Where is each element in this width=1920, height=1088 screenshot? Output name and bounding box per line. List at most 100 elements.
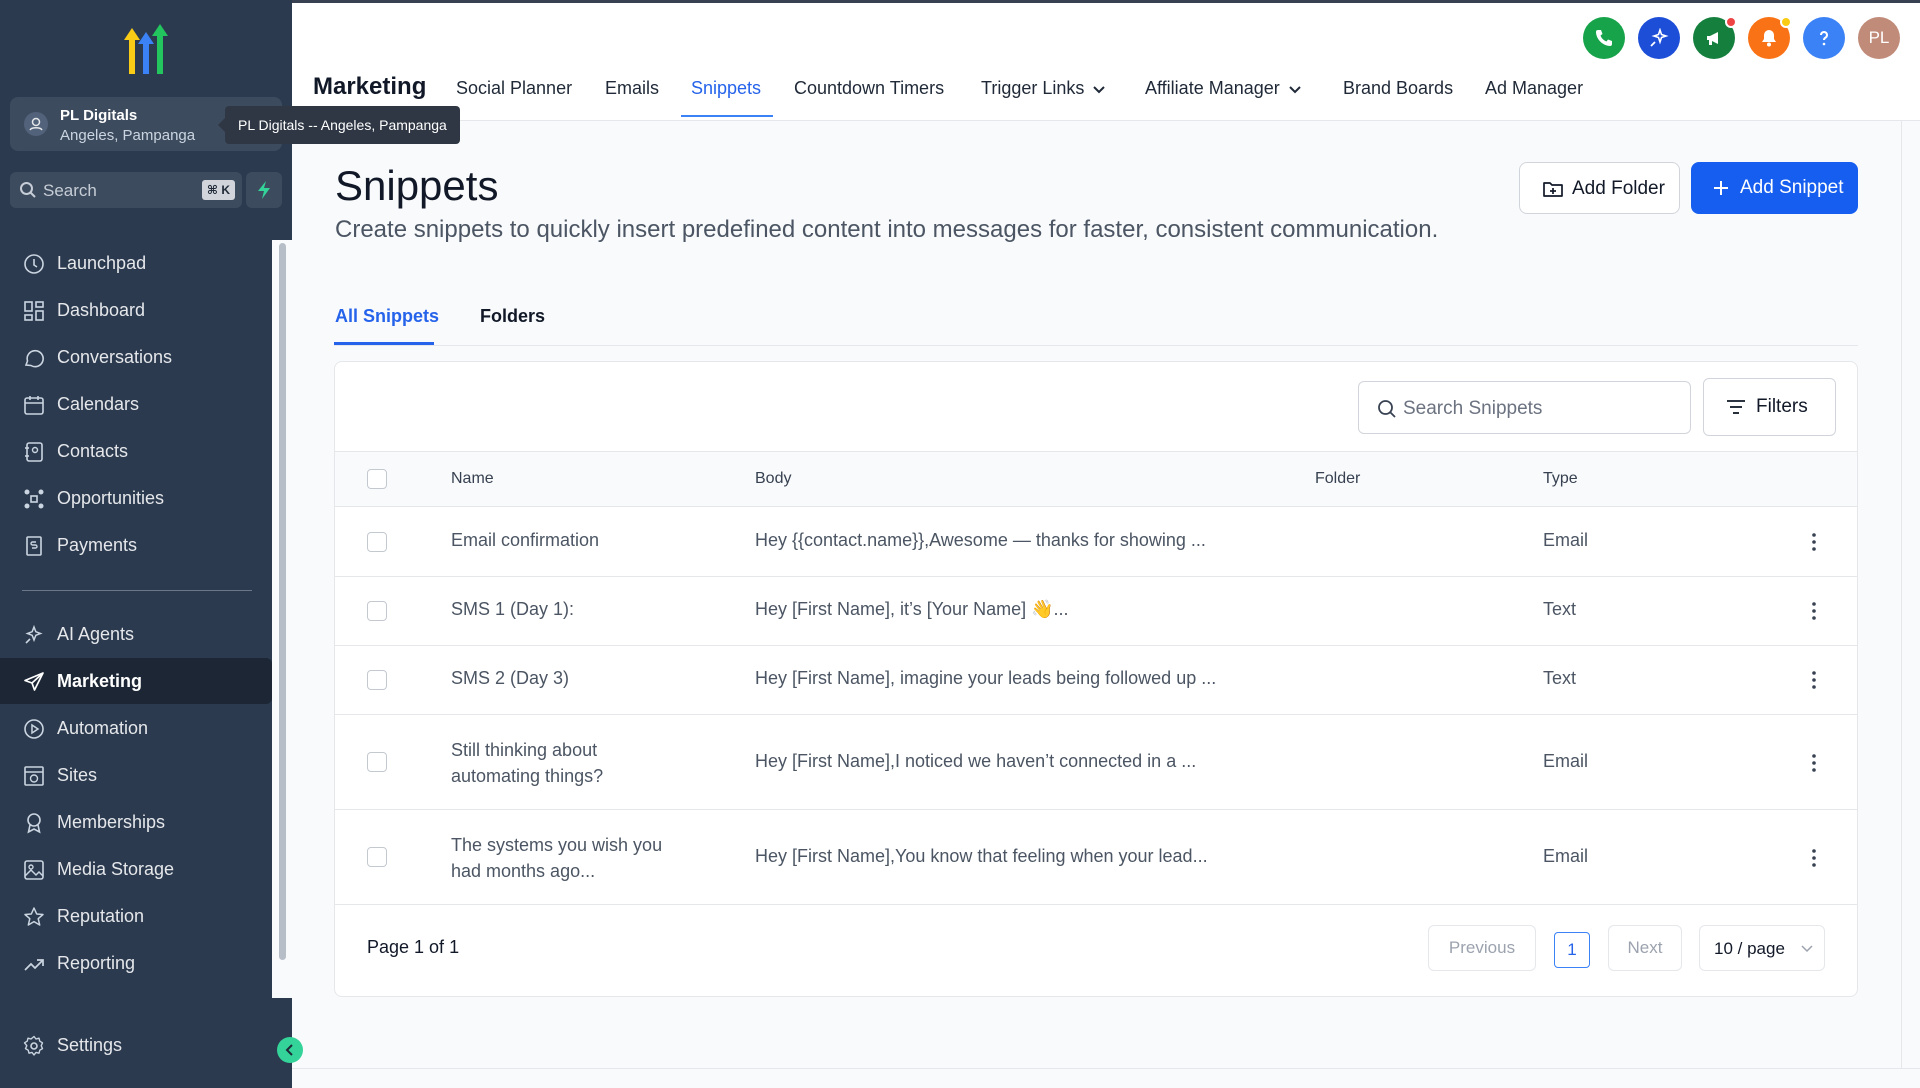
sidebar-item-media-storage[interactable]: Media Storage xyxy=(0,846,272,892)
sidebar-search[interactable]: Search ⌘ K xyxy=(10,172,242,208)
sidebar-item-label: AI Agents xyxy=(57,624,135,644)
sidebar-item-payments[interactable]: Payments xyxy=(0,522,272,568)
sidebar-item-memberships[interactable]: Memberships xyxy=(0,799,272,845)
brand-logo[interactable] xyxy=(118,24,174,76)
announcements-button[interactable] xyxy=(1693,16,1737,59)
more-options-icon[interactable] xyxy=(1811,848,1817,868)
content-scroll-edge xyxy=(1901,121,1902,1068)
row-checkbox[interactable] xyxy=(367,752,387,772)
tab-all-snippets[interactable]: All Snippets xyxy=(335,306,439,327)
sites-icon xyxy=(24,766,44,786)
snippet-body: Hey [First Name],You know that feeling w… xyxy=(755,846,1208,866)
top-header: Marketing Social Planner Emails Snippets… xyxy=(292,3,1920,121)
filter-icon xyxy=(1727,400,1745,414)
table-row[interactable]: SMS 1 (Day 1): Hey [First Name], it’s [Y… xyxy=(335,577,1857,646)
sidebar-item-label: Media Storage xyxy=(57,859,175,879)
subtab-divider xyxy=(334,345,1858,346)
payments-icon xyxy=(26,536,42,556)
filters-button[interactable]: Filters xyxy=(1703,378,1836,436)
location-avatar-icon xyxy=(24,112,48,136)
row-checkbox[interactable] xyxy=(367,532,387,552)
row-checkbox[interactable] xyxy=(367,847,387,867)
snippet-body: Hey [First Name],I noticed we haven’t co… xyxy=(755,751,1197,771)
sidebar-item-automation[interactable]: Automation xyxy=(0,705,272,751)
tab-ad-manager[interactable]: Ad Manager xyxy=(1485,78,1583,99)
column-header-type[interactable]: Type xyxy=(1543,470,1578,488)
section-title: Marketing xyxy=(313,73,427,100)
search-placeholder: Search Snippets xyxy=(1403,398,1543,419)
notifications-button[interactable] xyxy=(1748,16,1792,59)
sidebar-item-launchpad[interactable]: Launchpad xyxy=(0,240,272,286)
sidebar-item-label: Conversations xyxy=(57,347,173,367)
sidebar-item-calendars[interactable]: Calendars xyxy=(0,381,272,427)
more-options-icon[interactable] xyxy=(1811,670,1817,690)
sidebar-item-marketing[interactable]: Marketing xyxy=(0,658,272,704)
sidebar-item-contacts[interactable]: Contacts xyxy=(0,428,272,474)
gear-icon xyxy=(23,1035,44,1056)
tab-snippets[interactable]: Snippets xyxy=(691,78,761,99)
collapse-sidebar-button[interactable] xyxy=(277,1037,303,1063)
tab-brand-boards[interactable]: Brand Boards xyxy=(1343,78,1453,99)
page-title: Snippets xyxy=(335,162,499,209)
more-options-icon[interactable] xyxy=(1811,601,1817,621)
column-header-body[interactable]: Body xyxy=(755,470,791,488)
ai-assistant-button[interactable] xyxy=(1638,17,1680,59)
tab-affiliate-manager[interactable]: Affiliate Manager xyxy=(1145,78,1302,99)
star-icon xyxy=(24,907,44,926)
snippets-table-card: Search Snippets Filters Name Body Folder… xyxy=(334,361,1858,997)
tab-social-planner[interactable]: Social Planner xyxy=(456,78,572,99)
sidebar: PL Digitals Angeles, Pampanga Search ⌘ K… xyxy=(0,0,292,1088)
search-icon xyxy=(20,182,36,198)
help-button[interactable] xyxy=(1803,17,1845,59)
contacts-icon xyxy=(25,442,43,462)
column-header-name[interactable]: Name xyxy=(451,470,494,488)
page-size-select[interactable]: 10 / page xyxy=(1699,925,1825,971)
sidebar-item-opportunities[interactable]: Opportunities xyxy=(0,475,272,521)
table-row[interactable]: SMS 2 (Day 3) Hey [First Name], imagine … xyxy=(335,646,1857,715)
snippet-name: SMS 1 (Day 1): xyxy=(451,599,575,619)
table-row[interactable]: Email confirmation Hey {{contact.name}},… xyxy=(335,508,1857,577)
add-snippet-button[interactable]: Add Snippet xyxy=(1691,162,1858,214)
chevron-left-icon xyxy=(285,1044,293,1056)
table-header: Name Body Folder Type xyxy=(335,451,1857,507)
phone-button[interactable] xyxy=(1583,17,1625,59)
dashboard-icon xyxy=(24,301,44,321)
quick-action-button[interactable] xyxy=(246,172,282,208)
tab-trigger-links[interactable]: Trigger Links xyxy=(981,78,1106,99)
tab-label: Trigger Links xyxy=(981,78,1085,98)
sidebar-item-ai-agents[interactable]: AI Agents xyxy=(0,611,272,657)
more-options-icon[interactable] xyxy=(1811,532,1817,552)
add-folder-button[interactable]: Add Folder xyxy=(1519,162,1680,214)
table-row[interactable]: Still thinking about automating things? … xyxy=(335,715,1857,810)
sidebar-item-sites[interactable]: Sites xyxy=(0,752,272,798)
sidebar-scrollbar[interactable] xyxy=(279,243,286,960)
media-icon xyxy=(24,860,44,880)
sidebar-item-reputation[interactable]: Reputation xyxy=(0,893,272,939)
row-checkbox[interactable] xyxy=(367,601,387,621)
location-name: PL Digitals xyxy=(60,107,138,124)
search-snippets-input[interactable]: Search Snippets xyxy=(1358,381,1691,434)
page-size-value: 10 / page xyxy=(1714,939,1785,958)
tab-emails[interactable]: Emails xyxy=(605,78,659,99)
tab-folders[interactable]: Folders xyxy=(480,306,545,327)
next-page-button[interactable]: Next xyxy=(1608,925,1682,971)
table-row[interactable]: The systems you wish you had months ago.… xyxy=(335,810,1857,905)
previous-page-button[interactable]: Previous xyxy=(1428,925,1536,971)
sidebar-divider xyxy=(22,590,252,591)
add-snippet-label: Add Snippet xyxy=(1740,177,1844,198)
sidebar-item-label: Dashboard xyxy=(57,300,146,320)
sidebar-item-dashboard[interactable]: Dashboard xyxy=(0,287,272,333)
select-all-checkbox[interactable] xyxy=(367,469,387,489)
sidebar-item-conversations[interactable]: Conversations xyxy=(0,334,272,380)
page-number-button[interactable]: 1 xyxy=(1554,932,1590,968)
phone-icon xyxy=(1596,30,1612,46)
more-options-icon[interactable] xyxy=(1811,753,1817,773)
sidebar-item-settings[interactable]: Settings xyxy=(0,1022,272,1068)
row-checkbox[interactable] xyxy=(367,670,387,690)
location-city: Angeles, Pampanga xyxy=(60,127,196,144)
tab-countdown-timers[interactable]: Countdown Timers xyxy=(794,78,944,99)
column-header-folder[interactable]: Folder xyxy=(1315,470,1360,488)
sidebar-item-reporting[interactable]: Reporting xyxy=(0,940,272,986)
user-avatar[interactable]: PL xyxy=(1858,17,1900,59)
snippet-type: Text xyxy=(1543,668,1577,688)
